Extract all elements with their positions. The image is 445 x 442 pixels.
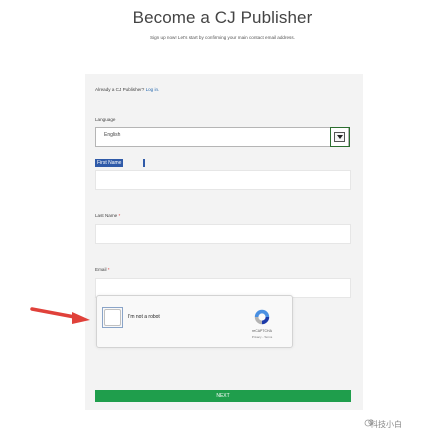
language-select-value: English [104,132,121,138]
next-button[interactable]: NEXT [95,390,351,402]
login-link[interactable]: Log in. [146,87,160,92]
recaptcha-brand: reCAPTCHA [252,329,272,333]
chevron-down-icon[interactable] [334,132,345,142]
text-selection-marker [143,159,145,167]
recaptcha-logo-icon [254,309,270,325]
watermark-text: 科技小白 [370,420,402,429]
email-label: Email * [95,267,110,272]
first-name-label-text: First Name [97,160,122,166]
first-name-input[interactable] [95,170,351,190]
login-prompt-text: Already a CJ Publisher? [95,87,145,92]
annotation-arrow-icon [30,307,90,324]
recaptcha-checkbox[interactable] [104,309,121,326]
last-name-required-marker: * [118,213,121,218]
language-select[interactable]: English [95,127,349,147]
last-name-label: Last Name * [95,213,120,218]
login-prompt: Already a CJ Publisher? Log in. [95,87,159,92]
email-required-marker: * [107,267,110,272]
email-label-text: Email [95,267,107,272]
recaptcha-privacy-links[interactable]: Privacy - Terms [246,335,278,339]
page-subtitle: Sign up now! Let's start by confirming y… [150,35,295,40]
recaptcha-checkbox-label: I'm not a robot [128,314,160,320]
page-title: Become a CJ Publisher [132,8,313,27]
language-label: Language [95,117,116,122]
last-name-label-text: Last Name [95,213,118,218]
first-name-label: First Name [95,159,124,167]
last-name-input[interactable] [95,224,351,244]
